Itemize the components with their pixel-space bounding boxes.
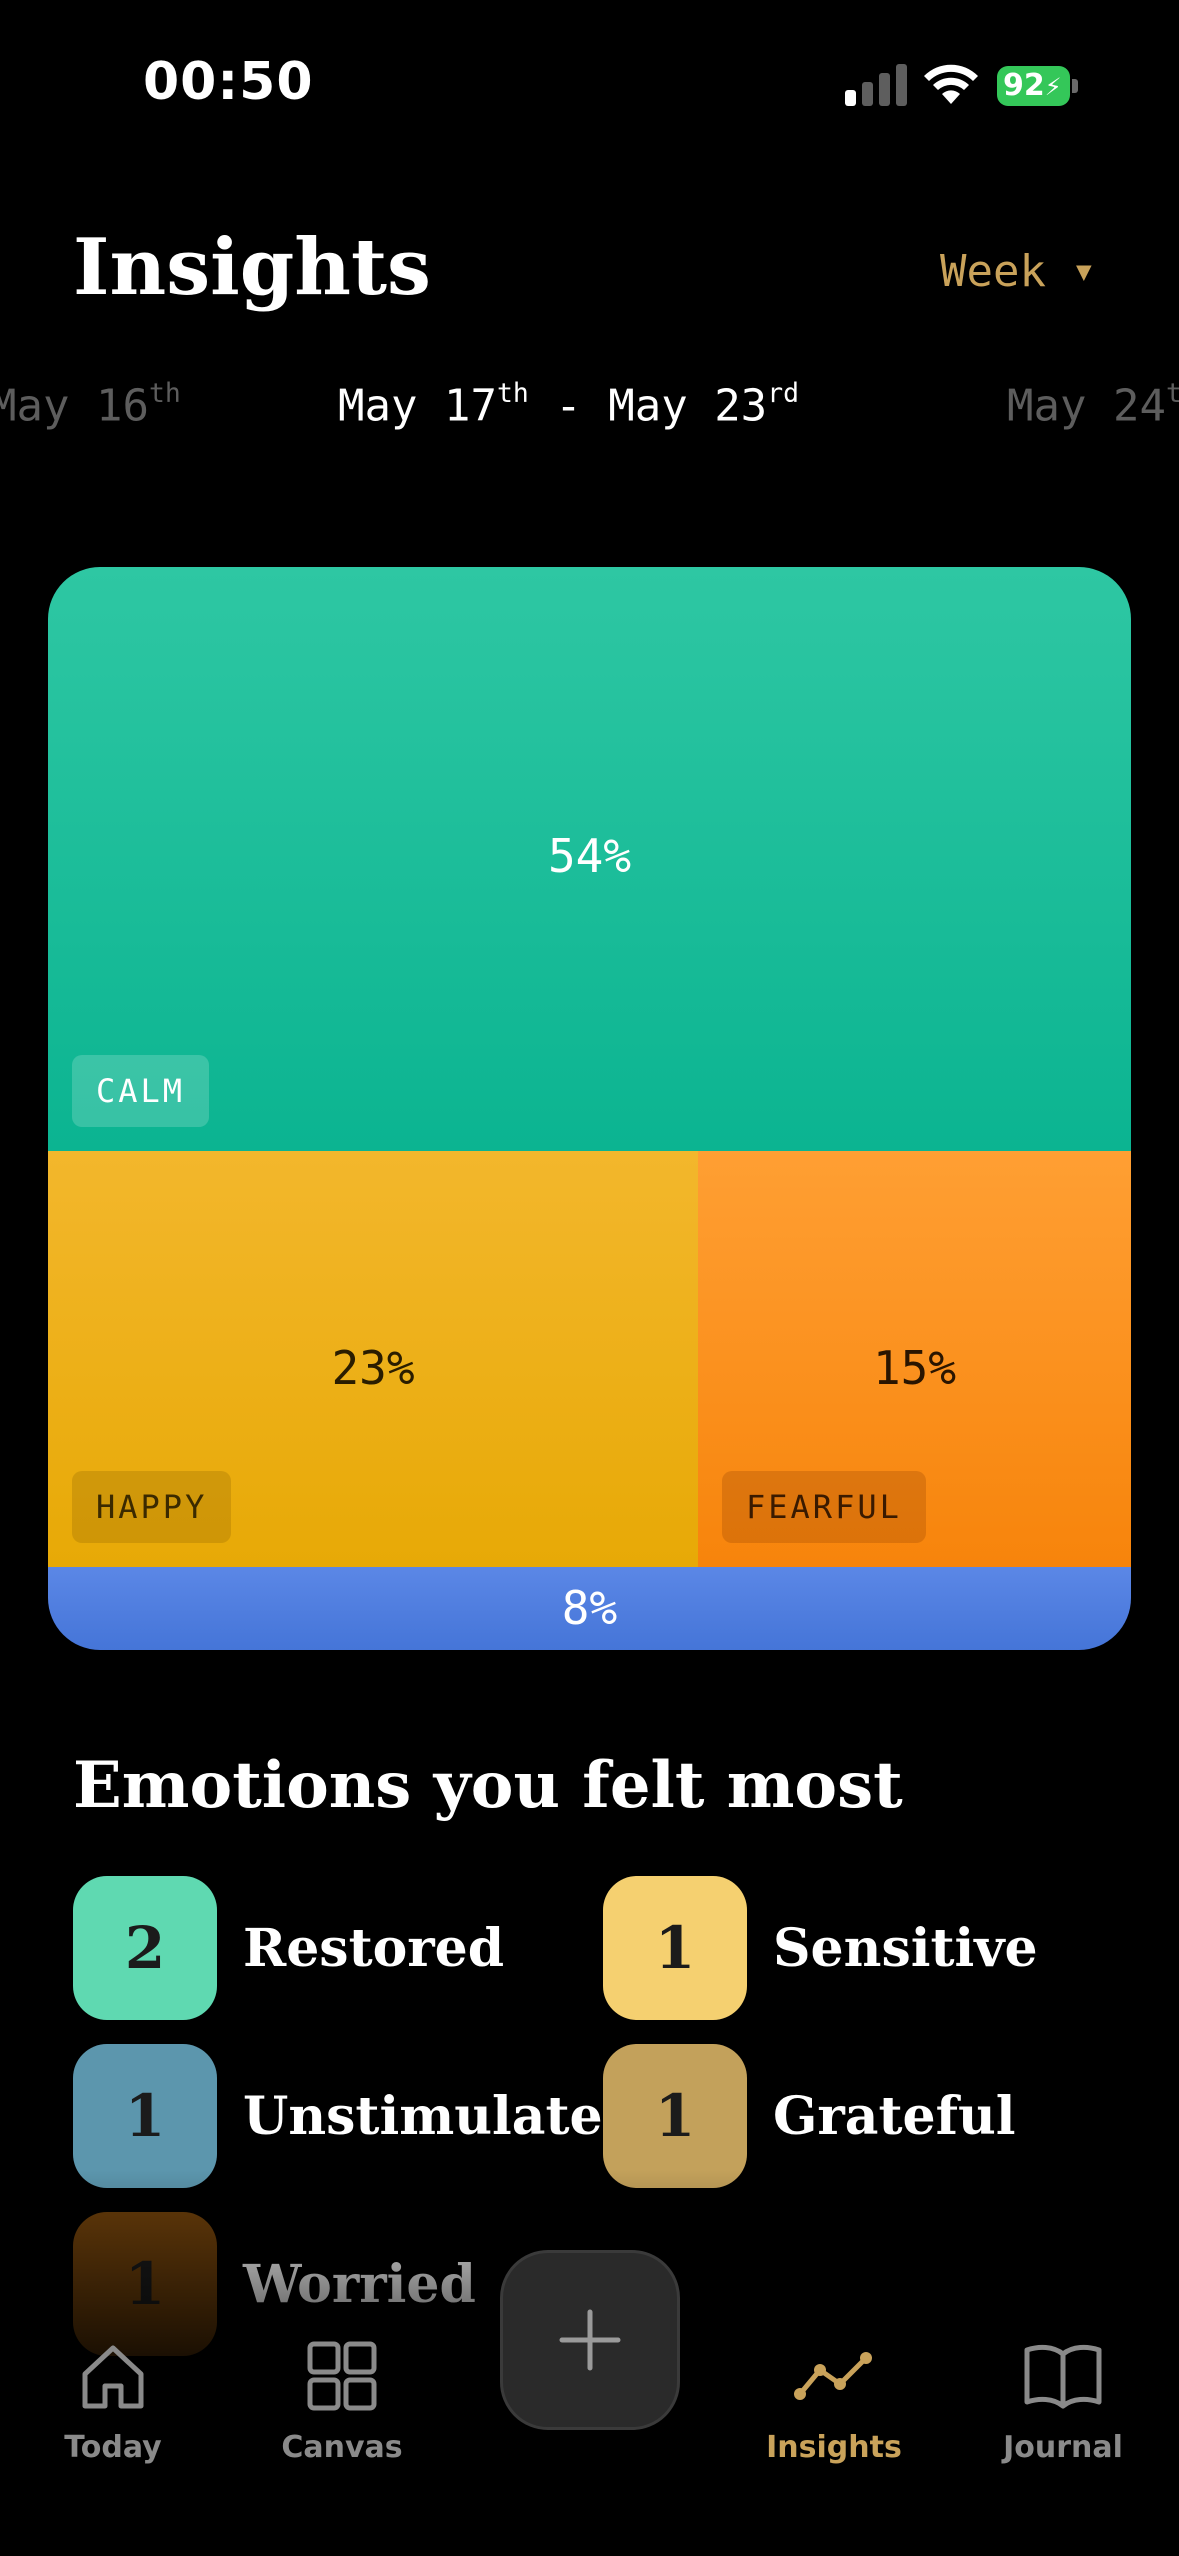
add-entry-button[interactable] (500, 2250, 680, 2430)
plus-icon (559, 2309, 621, 2371)
tab-insights[interactable]: Insights (744, 2340, 924, 2465)
date-current-range: May 17th - May 23rd (338, 378, 799, 432)
tab-label: Journal (1003, 2430, 1123, 2465)
emotion-name: Unstimulated (243, 2085, 639, 2147)
status-time: 00:50 (143, 52, 314, 112)
emotion-item[interactable]: 1 Unstimulated (73, 2044, 639, 2188)
tile-percent: 15% (872, 1341, 957, 1395)
chevron-down-icon: ▼ (1075, 256, 1092, 287)
emotion-count-badge: 2 (73, 1876, 217, 2020)
tab-canvas[interactable]: Canvas (252, 2340, 432, 2465)
tile-blue[interactable]: 8% (48, 1567, 1131, 1650)
tile-label: FEARFUL (722, 1471, 926, 1543)
emotion-count-badge: 1 (73, 2044, 217, 2188)
section-title: Emotions you felt most (73, 1748, 903, 1823)
tab-journal[interactable]: Journal (973, 2340, 1153, 2465)
cellular-signal-icon (845, 62, 907, 106)
tile-label: HAPPY (72, 1471, 232, 1543)
emotion-count-badge: 1 (603, 1876, 747, 2020)
battery-icon: 92⚡ (997, 66, 1079, 106)
battery-level: 92 (1003, 68, 1045, 103)
status-bar: 00:50 92⚡ (0, 0, 1179, 160)
page-title: Insights (73, 222, 431, 313)
tab-label: Today (64, 2430, 162, 2465)
home-icon (82, 2345, 144, 2409)
emotion-name: Grateful (773, 2085, 1016, 2147)
emotion-item[interactable]: 1 Worried (73, 2212, 476, 2356)
tile-label: CALM (72, 1055, 210, 1127)
tab-today[interactable]: Today (23, 2340, 203, 2465)
tab-label: Insights (766, 2430, 902, 2465)
tile-fearful[interactable]: 15% FEARFUL (698, 1151, 1131, 1567)
emotion-item[interactable]: 1 Grateful (603, 2044, 1016, 2188)
grid-icon (307, 2341, 377, 2411)
tile-percent: 54% (547, 829, 632, 883)
emotion-count-badge: 1 (603, 2044, 747, 2188)
emotion-count-badge: 1 (73, 2212, 217, 2356)
emotion-treemap: 54% CALM 23% HAPPY 15% FEARFUL 8% (48, 567, 1131, 1650)
trend-line-icon (794, 2352, 872, 2400)
emotion-name: Worried (243, 2253, 476, 2315)
next-section-title: Emotions by time of day (73, 2482, 939, 2556)
date-next[interactable]: May 24th (1007, 378, 1179, 431)
emotion-name: Restored (243, 1917, 505, 1979)
period-label: Week (940, 246, 1046, 297)
date-prev[interactable]: May 16th (0, 378, 181, 431)
tile-percent: 8% (561, 1581, 618, 1635)
tile-calm[interactable]: 54% CALM (48, 567, 1131, 1151)
tile-happy[interactable]: 23% HAPPY (48, 1151, 698, 1567)
emotion-item[interactable]: 1 Sensitive (603, 1876, 1038, 2020)
wifi-icon (924, 64, 978, 104)
period-selector[interactable]: Week ▼ (940, 246, 1092, 297)
tab-label: Canvas (281, 2430, 403, 2465)
book-icon (1024, 2344, 1102, 2409)
tile-percent: 23% (331, 1341, 415, 1395)
date-range-scroller[interactable]: May 16th May 17th - May 23rd May 24th (0, 378, 1179, 438)
emotion-item[interactable]: 2 Restored (73, 1876, 504, 2020)
emotion-name: Sensitive (773, 1917, 1038, 1979)
